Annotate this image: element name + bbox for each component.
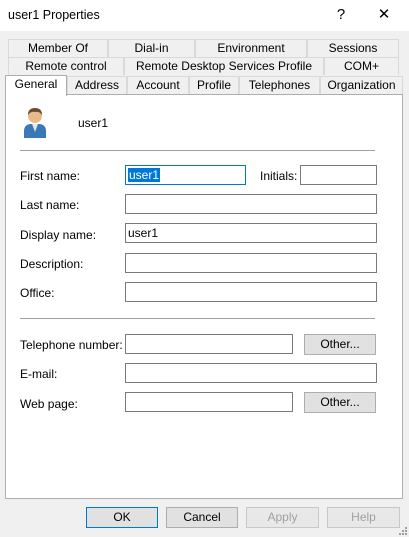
tab-profile[interactable]: Profile [189,76,239,94]
tab-account[interactable]: Account [127,76,189,94]
ok-button[interactable]: OK [86,507,158,528]
initials-label: Initials: [260,169,298,183]
initials-field[interactable] [300,165,377,185]
last-name-label: Last name: [20,198,80,212]
separator-top [20,150,375,151]
tab-environment[interactable]: Environment [195,39,307,57]
tab-remote-desktop-services-profile[interactable]: Remote Desktop Services Profile [124,57,324,75]
telephone-other-button[interactable]: Other... [304,334,376,355]
tab-sessions[interactable]: Sessions [307,39,399,57]
web-page-field[interactable] [125,392,293,412]
close-window-button[interactable]: ✕ [369,4,399,26]
web-page-label: Web page: [20,397,78,411]
telephone-field[interactable] [125,334,293,354]
tab-general[interactable]: General [5,75,67,96]
cancel-button[interactable]: Cancel [166,507,238,528]
help-title-button[interactable]: ? [326,4,356,26]
display-name-field[interactable]: user1 [125,223,377,243]
office-label: Office: [20,286,55,300]
apply-button[interactable]: Apply [246,507,319,528]
separator-middle [20,318,375,319]
tab-telephones[interactable]: Telephones [239,76,320,94]
email-label: E-mail: [20,367,58,381]
telephone-label: Telephone number: [20,338,123,352]
tab-dial-in[interactable]: Dial-in [108,39,195,57]
office-field[interactable] [125,282,377,302]
tab-remote-control[interactable]: Remote control [8,57,124,75]
first-name-label: First name: [20,169,81,183]
tab-member-of[interactable]: Member Of [8,39,108,57]
resize-grip-icon[interactable] [397,525,407,535]
description-field[interactable] [125,253,377,273]
user-icon [24,108,46,138]
last-name-field[interactable] [125,194,377,214]
tab-com-plus[interactable]: COM+ [324,57,399,75]
display-name-label: Display name: [20,228,97,242]
email-field[interactable] [125,363,377,383]
help-button[interactable]: Help [327,507,400,528]
first-name-field[interactable]: user1 [125,165,246,185]
web-page-other-button[interactable]: Other... [304,392,376,413]
description-label: Description: [20,257,84,271]
user-name-heading: user1 [78,116,109,130]
first-name-value: user1 [128,168,161,182]
tab-organization[interactable]: Organization [320,76,403,94]
tab-address[interactable]: Address [67,76,127,94]
window-title: user1 Properties [8,8,100,22]
